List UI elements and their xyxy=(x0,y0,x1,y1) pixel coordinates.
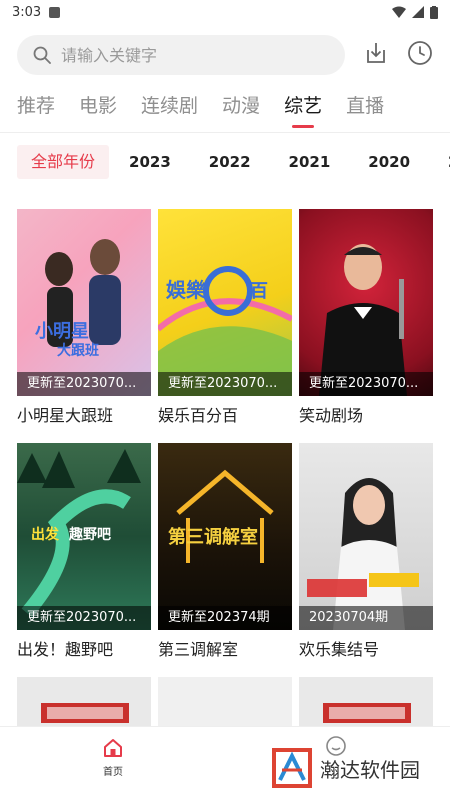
download-icon xyxy=(367,43,385,63)
history-button[interactable] xyxy=(406,39,434,67)
show-title[interactable]: 欢乐集结号 xyxy=(299,636,433,660)
show-title[interactable]: 笑动剧场 xyxy=(299,402,433,426)
year-chip-2021[interactable]: 2021 xyxy=(289,145,331,179)
poster-image[interactable] xyxy=(17,677,151,727)
divider xyxy=(0,132,450,133)
update-status: 更新至2023070... xyxy=(17,372,151,396)
poster-image[interactable] xyxy=(158,677,292,727)
poster-image[interactable] xyxy=(299,677,433,727)
tab-anime[interactable]: 动漫 xyxy=(222,88,260,128)
tab-movie[interactable]: 电影 xyxy=(79,88,117,128)
poster-image[interactable]: 20230704期 xyxy=(299,443,433,630)
status-bar: 3:03 xyxy=(0,0,450,24)
year-chip-2023[interactable]: 2023 xyxy=(129,145,171,179)
wifi-icon xyxy=(392,6,406,18)
show-title[interactable]: 出发！趣野吧 xyxy=(17,636,151,660)
show-card[interactable]: 更新至2023070... 笑动剧场 xyxy=(299,209,433,426)
poster-image[interactable]: 更新至2023070... xyxy=(299,209,433,396)
poster-image[interactable]: 第三调解室 更新至202374期 xyxy=(158,443,292,630)
show-card[interactable] xyxy=(158,677,292,727)
show-title[interactable]: 第三调解室 xyxy=(158,636,292,660)
show-card[interactable]: 20230704期 欢乐集结号 xyxy=(299,443,433,660)
clock-icon xyxy=(408,41,432,65)
watermark-text: 瀚达软件园 xyxy=(320,757,420,782)
show-card[interactable]: 小明星 大跟班 更新至2023070... 小明星大跟班 xyxy=(17,209,151,426)
svg-text:第三调解室: 第三调解室 xyxy=(168,526,258,548)
year-chip-all[interactable]: 全部年份 xyxy=(17,145,110,179)
year-chip-2020[interactable]: 2020 xyxy=(368,145,410,179)
signal-icon xyxy=(412,6,424,18)
update-status: 更新至2023070... xyxy=(299,372,433,396)
poster-image[interactable]: 出发 趣野吧 更新至2023070... xyxy=(17,443,151,630)
category-tabs: 推荐 电影 连续剧 动漫 综艺 直播 xyxy=(17,88,408,128)
battery-icon xyxy=(430,5,438,19)
update-status: 更新至202374期 xyxy=(158,606,292,630)
show-card[interactable] xyxy=(17,677,151,727)
show-card[interactable]: 第三调解室 更新至202374期 第三调解室 xyxy=(158,443,292,660)
nav-home[interactable]: 首页 xyxy=(98,737,128,778)
svg-text:小明星: 小明星 xyxy=(35,321,89,342)
status-time: 3:03 xyxy=(12,4,42,20)
svg-text:趣野吧: 趣野吧 xyxy=(68,526,111,543)
update-status: 20230704期 xyxy=(299,606,433,630)
download-button[interactable] xyxy=(362,39,390,67)
tab-variety[interactable]: 综艺 xyxy=(284,88,322,128)
poster-image[interactable]: 小明星 大跟班 更新至2023070... xyxy=(17,209,151,396)
show-card[interactable]: 娛樂 百 更新至2023070... 娱乐百分百 xyxy=(158,209,292,426)
svg-text:娛樂: 娛樂 xyxy=(165,278,207,302)
update-status: 更新至2023070... xyxy=(158,372,292,396)
search-row xyxy=(17,34,437,76)
year-chip-2022[interactable]: 2022 xyxy=(209,145,251,179)
search-input[interactable] xyxy=(61,45,301,65)
notification-icon xyxy=(49,6,61,18)
watermark: 瀚达软件园 xyxy=(270,746,420,790)
show-card[interactable]: 出发 趣野吧 更新至2023070... 出发！趣野吧 xyxy=(17,443,151,660)
svg-text:大跟班: 大跟班 xyxy=(57,342,99,359)
poster-image[interactable]: 娛樂 百 更新至2023070... xyxy=(158,209,292,396)
tab-series[interactable]: 连续剧 xyxy=(141,88,198,128)
show-card[interactable] xyxy=(299,677,433,727)
year-filter: 全部年份 2023 2022 2021 2020 20 xyxy=(17,145,450,179)
svg-text:出发: 出发 xyxy=(31,526,60,543)
nav-home-label: 首页 xyxy=(103,767,123,778)
update-status: 更新至2023070... xyxy=(17,606,151,630)
tab-live[interactable]: 直播 xyxy=(346,88,384,128)
search-bar[interactable] xyxy=(17,35,345,75)
show-title[interactable]: 娱乐百分百 xyxy=(158,402,292,426)
home-icon xyxy=(104,739,122,757)
tab-recommend[interactable]: 推荐 xyxy=(17,88,55,128)
svg-text:百: 百 xyxy=(250,281,268,302)
watermark-logo-icon xyxy=(272,748,312,788)
search-icon xyxy=(33,46,51,64)
show-title[interactable]: 小明星大跟班 xyxy=(17,402,151,426)
status-icons xyxy=(392,5,438,19)
